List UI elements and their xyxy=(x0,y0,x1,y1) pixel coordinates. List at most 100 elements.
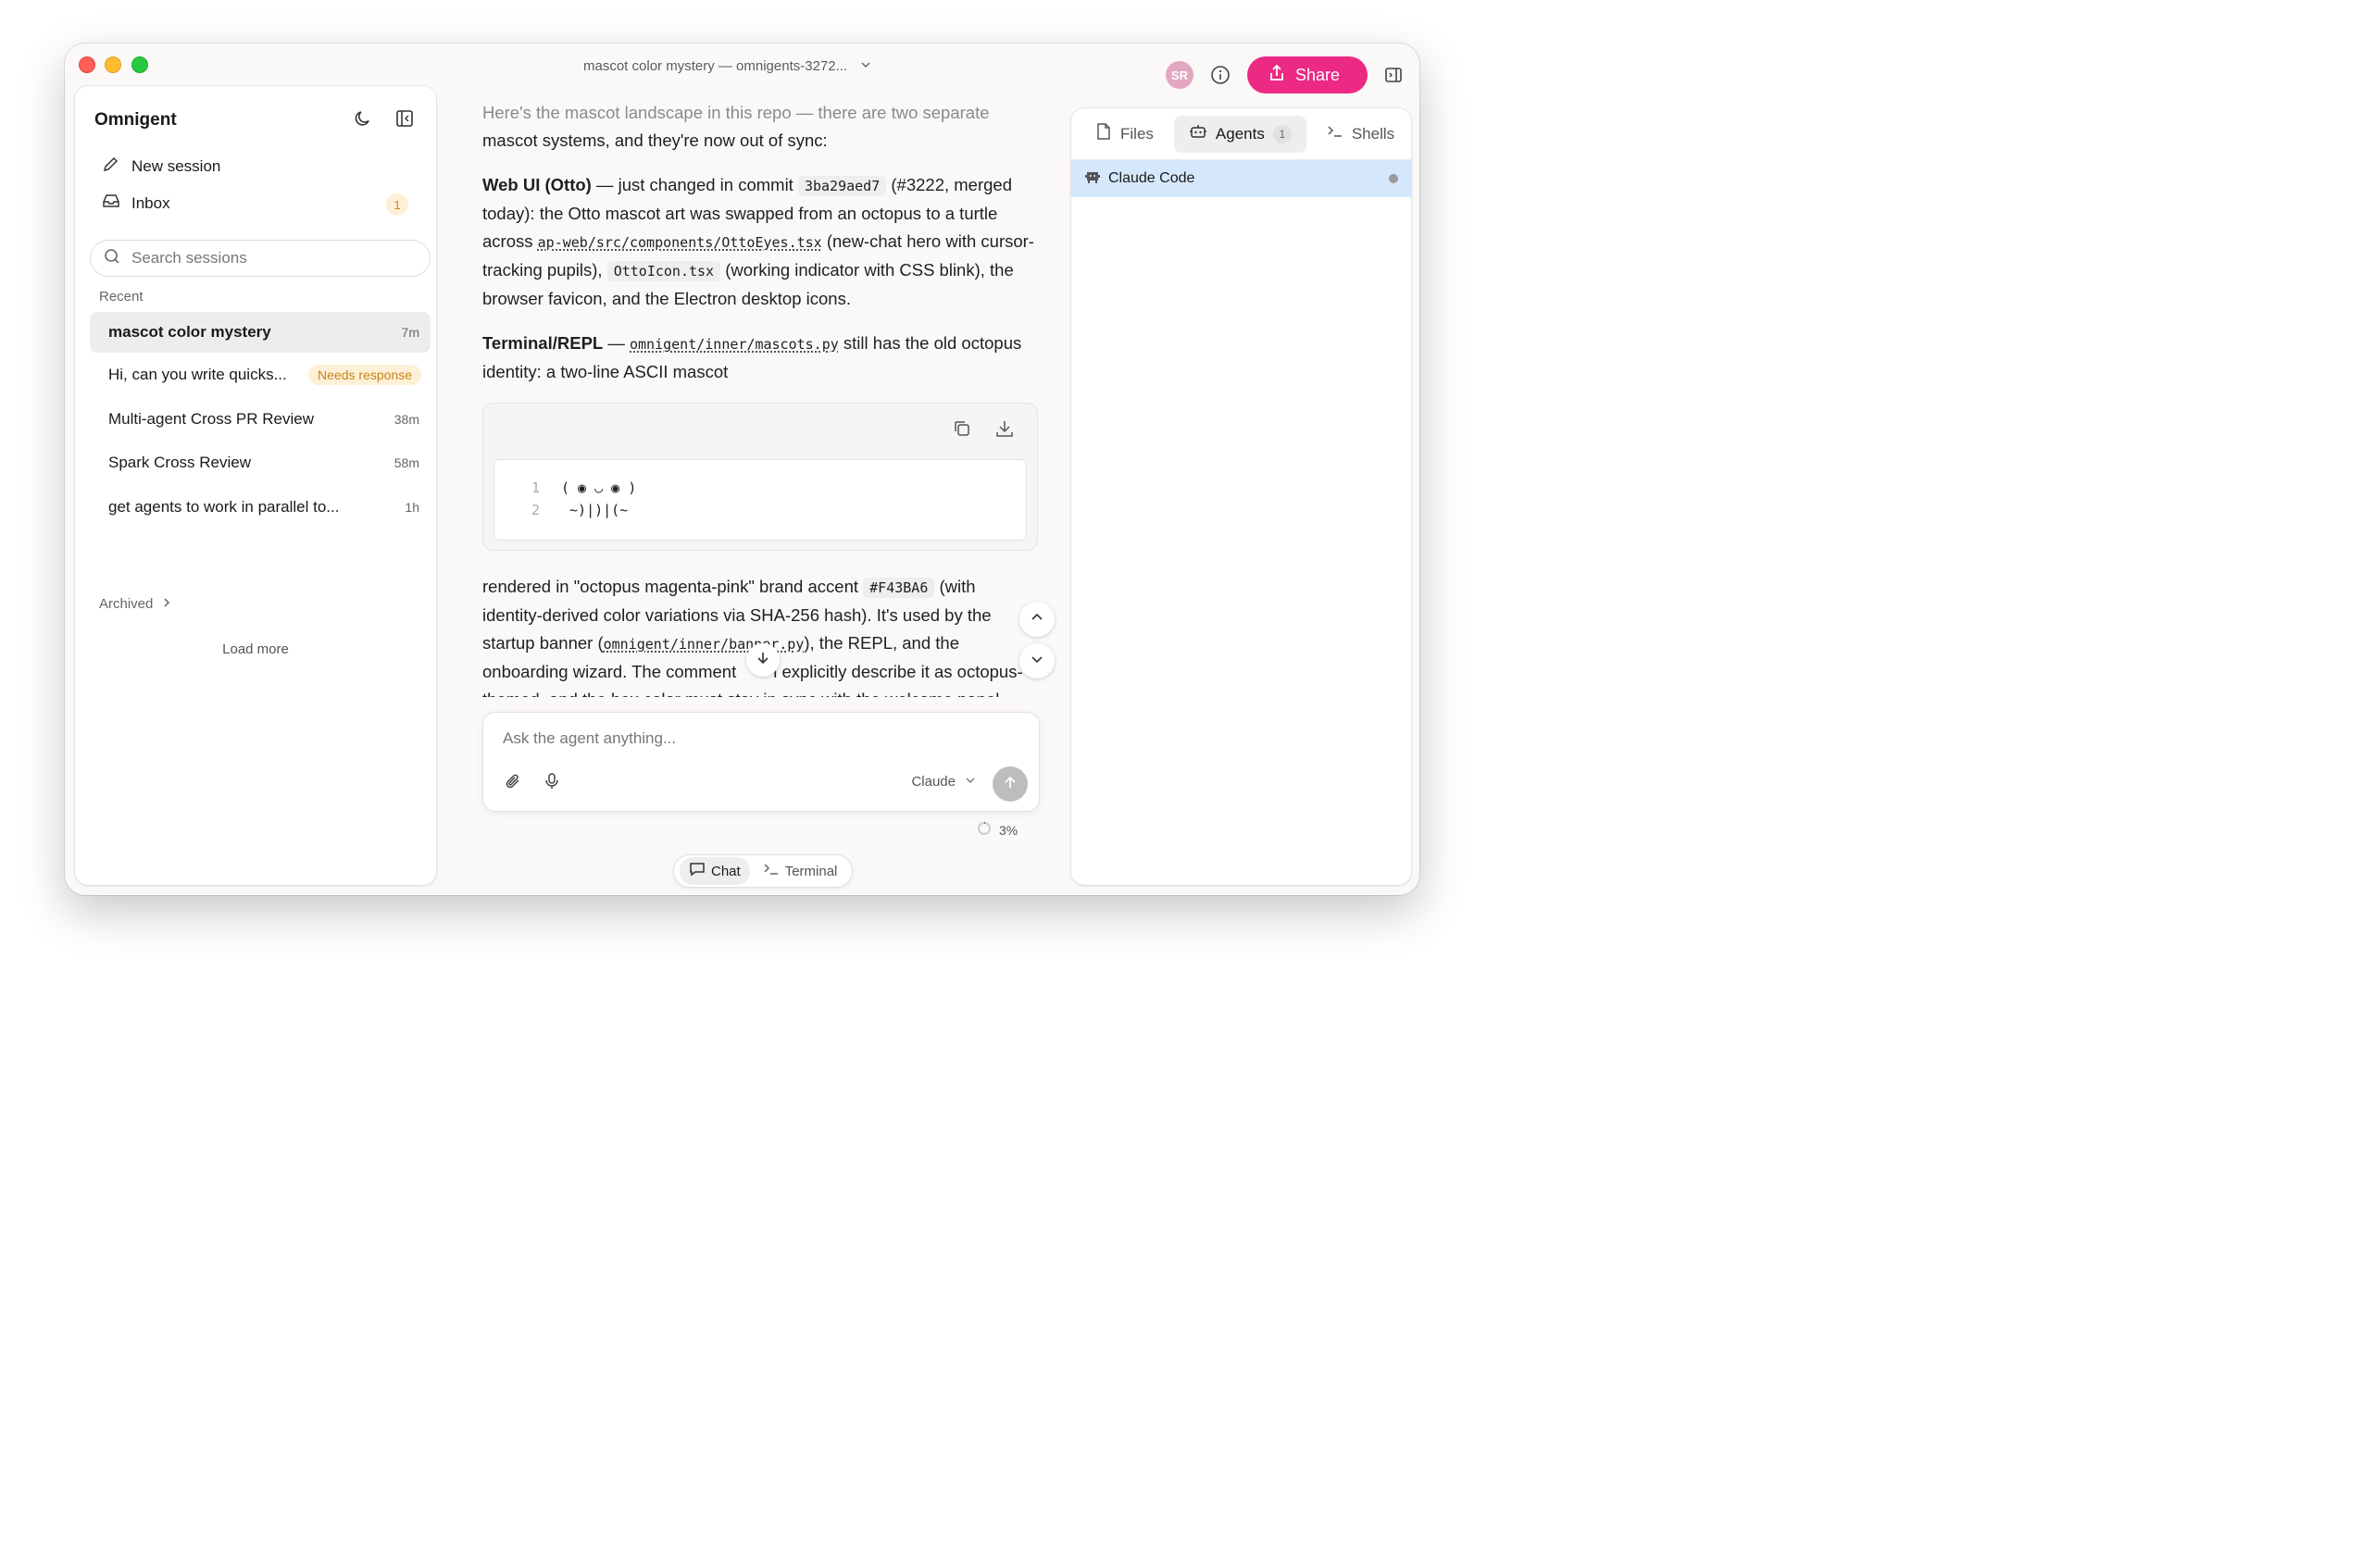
session-item[interactable]: get agents to work in parallel to... 1h xyxy=(90,487,431,528)
terminal-mode-label: Terminal xyxy=(784,863,838,879)
model-select[interactable]: Claude xyxy=(911,774,976,790)
agent-status-dot xyxy=(1389,174,1398,183)
code-line: 1( ◉ ◡ ◉ ) xyxy=(531,479,637,496)
microphone-icon[interactable] xyxy=(543,772,561,795)
search-placeholder: Search sessions xyxy=(131,249,247,267)
session-title: get agents to work in parallel to... xyxy=(108,498,340,516)
archived-toggle[interactable]: Archived xyxy=(99,596,171,612)
chevron-up-icon xyxy=(1031,611,1043,628)
window-title-dropdown[interactable]: mascot color mystery — omnigents-3272... xyxy=(583,55,871,77)
tab-shells-label: Shells xyxy=(1351,124,1395,143)
inbox-label: Inbox xyxy=(131,193,170,212)
chat-bubble-icon xyxy=(689,861,706,881)
message-paragraph: Terminal/REPL — omnigent/inner/mascots.p… xyxy=(482,333,1022,381)
pencil-icon xyxy=(102,155,120,178)
session-item[interactable]: Multi-agent Cross PR Review 38m xyxy=(90,399,431,440)
sidebar: Omnigent New session Inbox 1 Search sess… xyxy=(75,86,436,885)
download-icon[interactable] xyxy=(994,418,1015,447)
context-usage: 3% xyxy=(977,821,1018,839)
mode-toggle: Chat Terminal xyxy=(673,854,854,888)
context-usage-value: 3% xyxy=(999,822,1018,838)
inbox-button[interactable]: Inbox xyxy=(102,192,435,215)
code-block: 1( ◉ ◡ ◉ ) 2 ~)|)|(~ xyxy=(482,403,1038,551)
code-block-actions xyxy=(952,418,1015,447)
arrow-up-icon xyxy=(1003,775,1018,794)
file-link[interactable]: ap-web/src/components/OttoEyes.tsx xyxy=(538,234,822,251)
jump-to-latest-button[interactable] xyxy=(746,643,780,677)
copy-icon[interactable] xyxy=(952,418,972,447)
tab-agents-label: Agents xyxy=(1215,124,1265,143)
commit-hash: 3ba29aed7 xyxy=(797,176,887,196)
paperclip-icon[interactable] xyxy=(504,772,522,795)
session-item[interactable]: Spark Cross Review 58m xyxy=(90,442,431,483)
file-link[interactable]: omnigent/inner/mascots.py xyxy=(630,336,839,353)
load-more-button[interactable]: Load more xyxy=(75,641,436,657)
new-session-label: New session xyxy=(131,156,221,175)
message-paragraph: rendered in "octopus magenta-pink" brand… xyxy=(482,577,1023,697)
share-button[interactable]: Share xyxy=(1246,56,1368,93)
session-time: 58m xyxy=(394,455,419,470)
session-time: 7m xyxy=(401,325,419,340)
search-input[interactable]: Search sessions xyxy=(90,240,431,277)
zoom-window-button[interactable] xyxy=(131,56,148,73)
inbox-icon xyxy=(102,192,120,215)
minimize-window-button[interactable] xyxy=(105,56,121,73)
window-title: mascot color mystery — omnigents-3272... xyxy=(583,57,848,74)
right-panel: Files Agents 1 Shells Claude Code xyxy=(1071,108,1411,885)
agents-count-badge: 1 xyxy=(1272,124,1292,143)
message-composer[interactable]: Ask the agent anything... Claude xyxy=(482,712,1040,812)
collapse-sidebar-icon[interactable] xyxy=(394,108,415,133)
terminal-prompt-icon xyxy=(1327,123,1343,144)
moon-icon[interactable] xyxy=(353,108,373,133)
session-title: Multi-agent Cross PR Review xyxy=(108,410,315,428)
session-time: 38m xyxy=(394,412,419,427)
agent-icon xyxy=(1084,170,1101,188)
scroll-down-button[interactable] xyxy=(1019,643,1055,678)
session-title: Spark Cross Review xyxy=(108,454,251,471)
window-actions: SR Share xyxy=(1165,56,1403,93)
session-title: Hi, can you write quicks... xyxy=(108,366,287,383)
file-icon xyxy=(1095,122,1112,145)
message-paragraph: Here's the mascot landscape in this repo… xyxy=(482,103,990,150)
new-session-button[interactable]: New session xyxy=(102,155,220,178)
chevron-down-icon xyxy=(860,58,871,74)
brand-title: Omnigent xyxy=(94,110,177,130)
tab-agents[interactable]: Agents 1 xyxy=(1173,115,1306,153)
code-content: 1( ◉ ◡ ◉ ) 2 ~)|)|(~ xyxy=(494,459,1027,541)
chat-mode-tab[interactable]: Chat xyxy=(680,857,750,885)
avatar[interactable]: SR xyxy=(1165,61,1193,89)
message-paragraph: Web UI (Otto) — just changed in commit 3… xyxy=(482,175,1034,308)
search-icon xyxy=(104,248,120,269)
info-icon[interactable] xyxy=(1210,65,1231,85)
terminal-mode-tab[interactable]: Terminal xyxy=(754,857,847,885)
chat-mode-label: Chat xyxy=(711,863,741,879)
tab-shells[interactable]: Shells xyxy=(1312,116,1409,153)
share-icon xyxy=(1268,64,1286,87)
tab-files-label: Files xyxy=(1120,124,1154,143)
composer-tools xyxy=(504,772,561,795)
model-label: Claude xyxy=(911,774,956,790)
session-time: 1h xyxy=(405,500,419,515)
scroll-up-button[interactable] xyxy=(1019,602,1055,637)
archived-label: Archived xyxy=(99,596,154,612)
message-input[interactable]: Ask the agent anything... xyxy=(503,729,676,748)
session-item[interactable]: Hi, can you write quicks... Needs respon… xyxy=(90,355,431,395)
inbox-count-badge: 1 xyxy=(386,193,408,216)
close-window-button[interactable] xyxy=(79,56,95,73)
robot-icon xyxy=(1189,122,1207,145)
chat-transcript: Here's the mascot landscape in this repo… xyxy=(482,99,1038,697)
hex-color: #F43BA6 xyxy=(863,578,935,598)
chevron-down-icon xyxy=(1031,653,1043,670)
send-button[interactable] xyxy=(993,766,1028,802)
agent-name: Claude Code xyxy=(1108,170,1195,186)
progress-ring-icon xyxy=(977,821,992,839)
terminal-prompt-icon xyxy=(763,861,780,881)
arrow-down-icon xyxy=(756,651,770,670)
session-item[interactable]: mascot color mystery 7m xyxy=(90,312,431,353)
tab-files[interactable]: Files xyxy=(1081,116,1168,153)
right-panel-tabs: Files Agents 1 Shells xyxy=(1071,108,1411,160)
toggle-right-panel-icon[interactable] xyxy=(1384,66,1403,84)
agent-item[interactable]: Claude Code xyxy=(1071,160,1411,197)
chevron-down-icon xyxy=(965,774,976,790)
share-label: Share xyxy=(1294,65,1340,84)
